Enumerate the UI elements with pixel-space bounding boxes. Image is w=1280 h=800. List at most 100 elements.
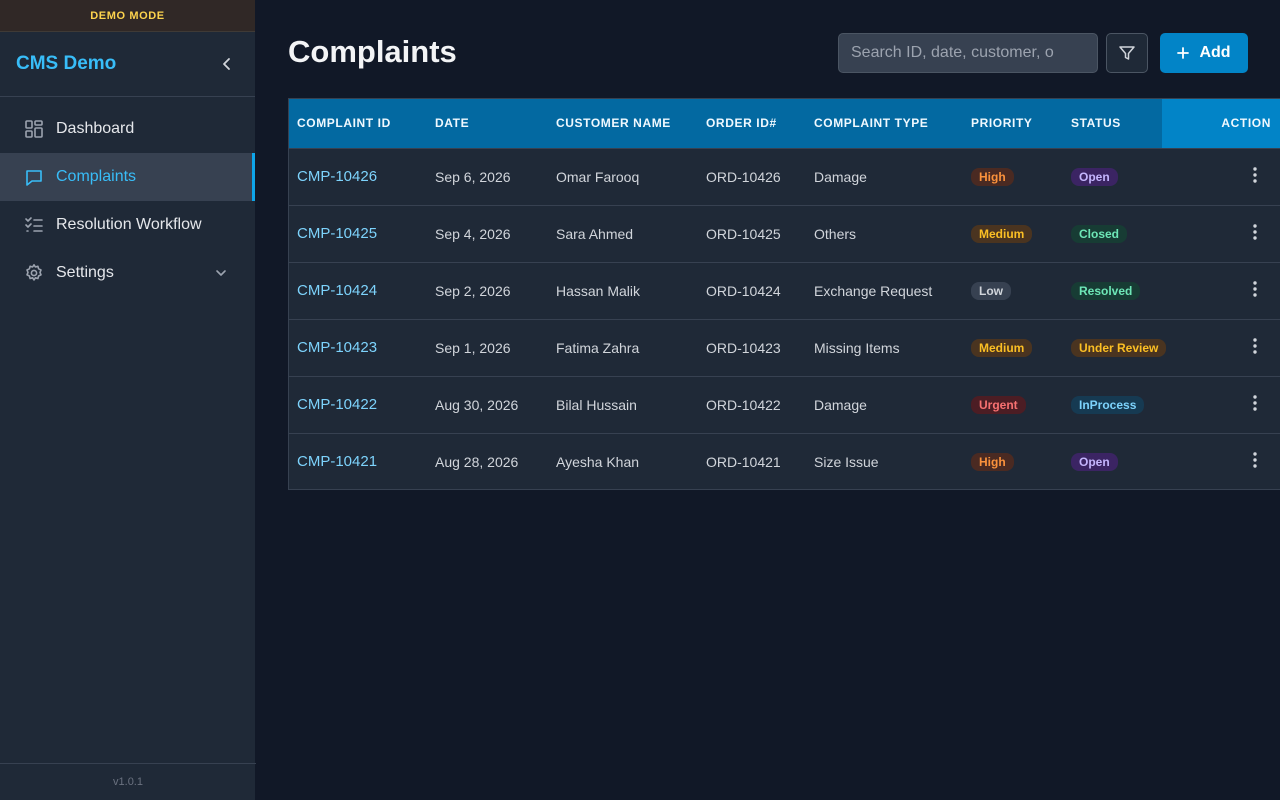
collapse-sidebar-button[interactable] — [215, 52, 239, 76]
checklist-icon — [24, 215, 44, 235]
sidebar-nav: Dashboard Complaints Resolution Workflow… — [0, 97, 255, 297]
order-id-cell: ORD-10424 — [706, 282, 781, 299]
table-row[interactable]: CMP-10423 Sep 1, 2026 Fatima Zahra ORD-1042… — [289, 319, 1280, 376]
column-header-order-id[interactable]: ORDER ID# — [698, 99, 806, 148]
priority-cell: High — [963, 148, 1063, 205]
date-cell: Aug 30, 2026 — [435, 396, 519, 413]
action-cell — [1162, 319, 1280, 376]
status-cell: Open — [1063, 148, 1162, 205]
complaint-id-link[interactable]: CMP-10426 — [297, 168, 377, 185]
complaint-type-cell: Missing Items — [814, 339, 900, 356]
complaint-type-cell: Damage — [814, 168, 867, 185]
column-header-date[interactable]: DATE — [427, 99, 548, 148]
sidebar-item-dashboard[interactable]: Dashboard — [0, 105, 255, 153]
table-header-row: COMPLAINT ID DATE CUSTOMER NAME ORDER ID… — [289, 99, 1280, 148]
customer-name-cell: Omar Farooq — [556, 168, 640, 185]
more-vertical-icon — [1253, 167, 1257, 186]
priority-badge: High — [971, 452, 1014, 471]
sidebar-item-settings[interactable]: Settings — [0, 249, 255, 297]
more-actions-button[interactable] — [1170, 395, 1280, 414]
complaint-id-cell: CMP-10426 — [289, 148, 427, 205]
add-button-label: Add — [1199, 44, 1231, 61]
priority-cell: High — [963, 433, 1063, 489]
complaint-id-link[interactable]: CMP-10421 — [297, 453, 377, 470]
more-actions-button[interactable] — [1170, 452, 1280, 471]
order-id-cell: ORD-10425 — [706, 225, 781, 242]
more-vertical-icon — [1253, 395, 1257, 414]
more-vertical-icon — [1253, 281, 1257, 300]
plus-icon — [1177, 47, 1190, 59]
status-badge: InProcess — [1071, 395, 1145, 414]
complaint-id-link[interactable]: CMP-10422 — [297, 396, 377, 413]
complaint-type-cell: Exchange Request — [814, 282, 933, 299]
status-cell: Resolved — [1063, 262, 1162, 319]
table-row[interactable]: CMP-10424 Sep 2, 2026 Hassan Malik ORD-1042… — [289, 262, 1280, 319]
page-title: Complaints — [288, 34, 457, 69]
action-cell — [1162, 376, 1280, 433]
priority-cell: Urgent — [963, 376, 1063, 433]
priority-badge: Urgent — [971, 395, 1026, 414]
date-cell: Sep 4, 2026 — [435, 225, 511, 242]
more-actions-button[interactable] — [1170, 224, 1280, 243]
complaint-id-link[interactable]: CMP-10424 — [297, 282, 377, 299]
order-id-cell: ORD-10421 — [706, 453, 781, 470]
column-header-customer-name[interactable]: CUSTOMER NAME — [548, 99, 698, 148]
table-row[interactable]: CMP-10426 Sep 6, 2026 Omar Farooq ORD-10426… — [289, 148, 1280, 205]
customer-name-cell: Hassan Malik — [556, 282, 641, 299]
customer-name-cell: Ayesha Khan — [556, 453, 640, 470]
date-cell: Sep 6, 2026 — [435, 168, 511, 185]
action-cell — [1162, 148, 1280, 205]
gear-icon — [24, 263, 44, 283]
column-header-action: ACTION — [1162, 99, 1280, 148]
status-badge: Under Review — [1071, 338, 1167, 357]
sidebar-item-resolution-workflow[interactable]: Resolution Workflow — [0, 201, 255, 249]
status-cell: Under Review — [1063, 319, 1167, 376]
complaint-id-link[interactable]: CMP-10423 — [297, 339, 377, 356]
priority-cell: Medium — [963, 319, 1063, 376]
column-header-complaint-type[interactable]: COMPLAINT TYPE — [806, 99, 963, 148]
more-vertical-icon — [1253, 452, 1257, 471]
table-row[interactable]: CMP-10422 Aug 30, 2026 Bilal Hussain ORD-10… — [289, 376, 1280, 433]
date-cell: Aug 28, 2026 — [435, 453, 519, 470]
customer-name-cell: Bilal Hussain — [556, 396, 637, 413]
action-cell — [1162, 262, 1280, 319]
chevron-left-icon — [223, 58, 230, 70]
column-header-priority[interactable]: PRIORITY — [963, 99, 1063, 148]
priority-badge: Low — [971, 281, 1011, 300]
demo-mode-banner: DEMO MODE — [0, 0, 255, 32]
more-vertical-icon — [1253, 338, 1257, 357]
date-cell: Sep 1, 2026 — [435, 339, 511, 356]
more-actions-button[interactable] — [1170, 167, 1280, 186]
complaint-id-cell: CMP-10424 — [289, 262, 427, 319]
table-row[interactable]: CMP-10425 Sep 4, 2026 Sara Ahmed ORD-10425 O… — [289, 205, 1280, 262]
complaints-table: COMPLAINT ID DATE CUSTOMER NAME ORDER ID… — [288, 98, 1280, 490]
order-id-cell: ORD-10422 — [706, 396, 781, 413]
priority-badge: High — [971, 167, 1014, 186]
complaint-id-cell: CMP-10423 — [289, 319, 427, 376]
complaint-id-cell: CMP-10422 — [289, 376, 427, 433]
priority-cell: Medium — [963, 205, 1063, 262]
filter-button[interactable] — [1106, 33, 1148, 73]
more-actions-button[interactable] — [1170, 281, 1280, 300]
customer-name-cell: Fatima Zahra — [556, 339, 640, 356]
status-badge: Resolved — [1071, 281, 1141, 300]
brand-title[interactable]: CMS Demo — [16, 53, 116, 75]
status-cell: Open — [1063, 433, 1162, 489]
complaint-type-cell: Damage — [814, 396, 867, 413]
more-actions-button[interactable] — [1170, 338, 1280, 357]
sidebar-item-complaints[interactable]: Complaints — [0, 153, 255, 201]
more-vertical-icon — [1253, 224, 1257, 243]
chevron-down-icon — [215, 267, 227, 279]
complaint-id-link[interactable]: CMP-10425 — [297, 225, 377, 242]
add-button[interactable]: Add — [1160, 33, 1248, 73]
sidebar: DEMO MODE CMS Demo Dashboard Complaints … — [0, 0, 256, 800]
complaint-type-cell: Size Issue — [814, 453, 879, 470]
table-row[interactable]: CMP-10421 Aug 28, 2026 Ayesha Khan ORD-1042… — [289, 433, 1280, 489]
sidebar-item-label: Dashboard — [56, 120, 135, 137]
priority-badge: Medium — [971, 338, 1033, 357]
column-header-status[interactable]: STATUS — [1063, 99, 1162, 148]
status-cell: InProcess — [1063, 376, 1162, 433]
column-header-complaint-id[interactable]: COMPLAINT ID — [289, 99, 427, 148]
action-cell — [1162, 433, 1280, 489]
search-input[interactable] — [838, 33, 1098, 73]
